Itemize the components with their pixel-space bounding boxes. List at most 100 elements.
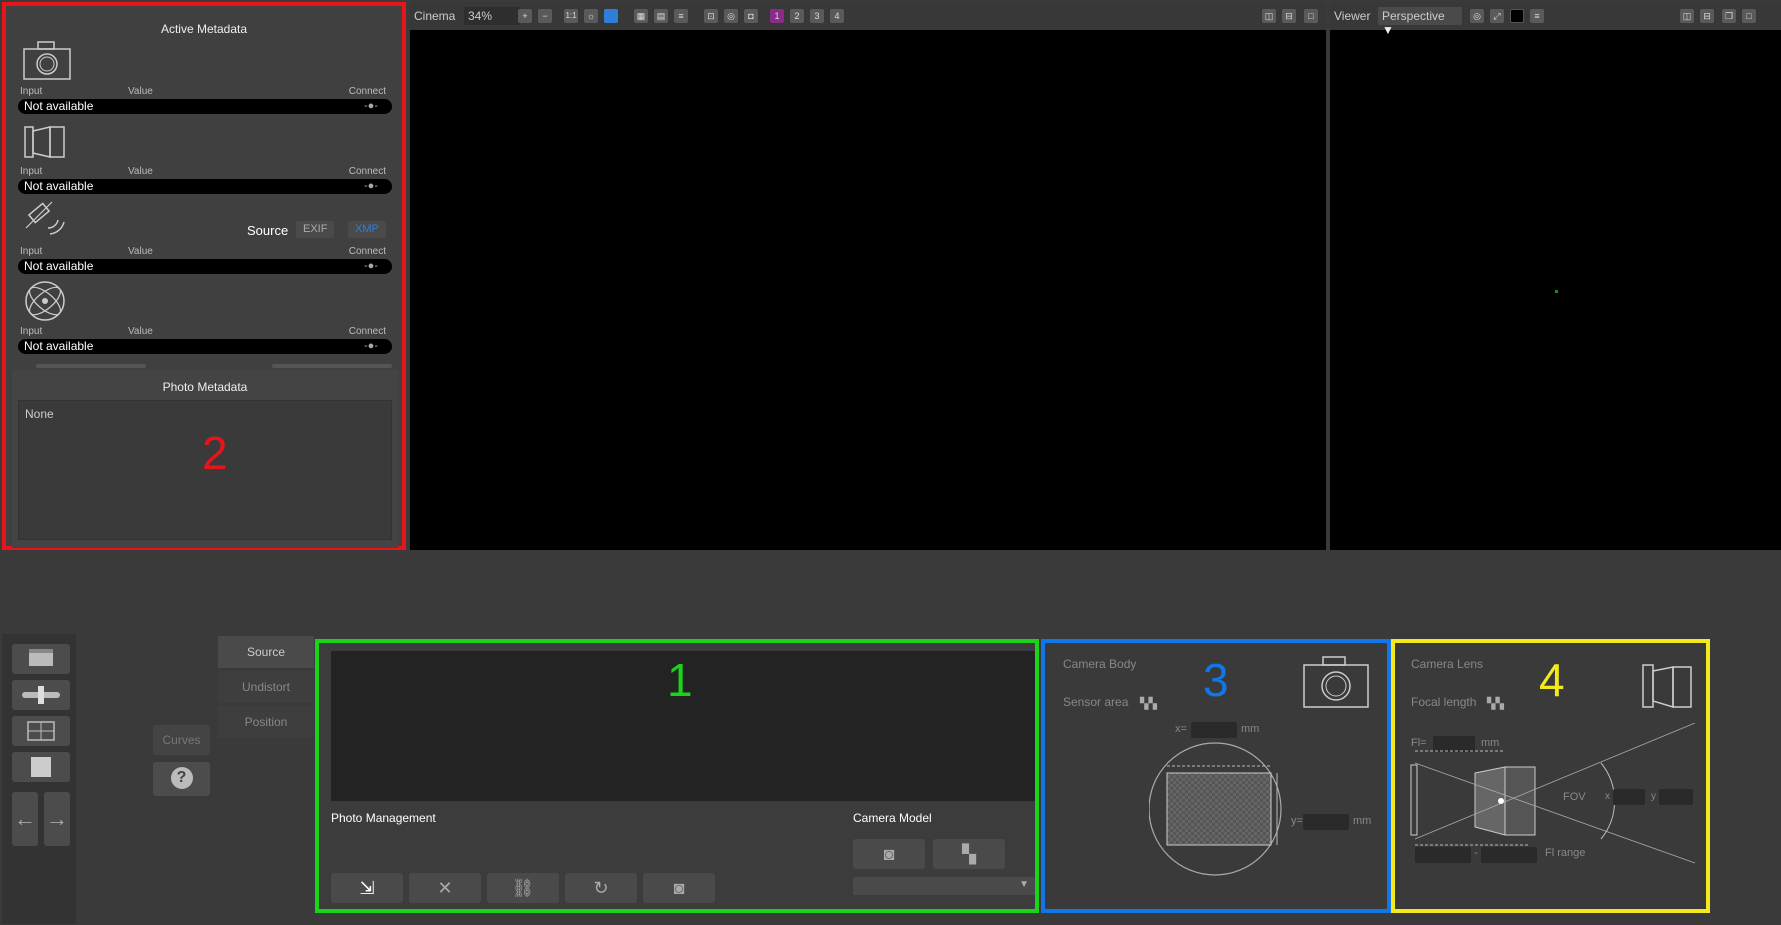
connect-icon[interactable]: -●- bbox=[364, 179, 378, 194]
fl-range-dash: - bbox=[1474, 847, 1478, 859]
page-4-button[interactable]: 4 bbox=[830, 9, 844, 23]
undo-icon[interactable]: ← bbox=[12, 792, 38, 846]
camera-body-panel: Camera Body Sensor area ▚▚ 3 x= mm y= mm bbox=[1041, 639, 1391, 913]
maximize-icon[interactable]: □ bbox=[1742, 9, 1756, 23]
page-2-button[interactable]: 2 bbox=[790, 9, 804, 23]
camera-model-title: Camera Model bbox=[853, 811, 932, 825]
photo-management-title: Photo Management bbox=[331, 811, 436, 825]
curves-button[interactable]: Curves bbox=[153, 725, 210, 755]
color-icon[interactable] bbox=[604, 9, 618, 23]
tab-position[interactable]: Position bbox=[218, 706, 314, 738]
sensor-x-label: x= bbox=[1175, 723, 1187, 735]
project-tool-button[interactable] bbox=[12, 644, 70, 674]
connect-icon[interactable]: -●- bbox=[364, 259, 378, 274]
viewer-toolbar: Viewer Perspective ▼ ◎ ⤢ ≡ ◫ ⊟ ❐ □ bbox=[1330, 2, 1781, 37]
refresh-photo-button[interactable]: ↻ bbox=[565, 873, 637, 903]
lock-icon[interactable]: ◘ bbox=[744, 9, 758, 23]
tab-undistort[interactable]: Undistort bbox=[218, 671, 314, 703]
split-vertical-icon[interactable]: ◫ bbox=[1262, 9, 1276, 23]
fov-y-input[interactable] bbox=[1659, 789, 1693, 805]
page-3-button[interactable]: 3 bbox=[810, 9, 824, 23]
table-icon[interactable]: ▤ bbox=[654, 9, 668, 23]
gps-satellite-icon bbox=[25, 201, 65, 235]
photo-metadata-title: Photo Metadata bbox=[162, 380, 248, 394]
notes-tool-button[interactable] bbox=[12, 752, 70, 782]
camera-lens-icon bbox=[1642, 664, 1692, 709]
sensor-y-label: y= bbox=[1291, 815, 1303, 827]
zoom-out-icon[interactable]: − bbox=[538, 9, 552, 23]
eye-icon[interactable]: ◎ bbox=[724, 9, 738, 23]
camera-model-camera-button[interactable]: ◙ bbox=[853, 839, 925, 869]
gyroscope-icon bbox=[25, 281, 65, 321]
camera-model-pattern-button[interactable]: ▚ bbox=[933, 839, 1005, 869]
camera-lens-value[interactable]: Not available -●- bbox=[18, 179, 392, 194]
camera-body-icon bbox=[1303, 656, 1369, 708]
align-tool-button[interactable] bbox=[12, 680, 70, 710]
camera-icon: ◙ bbox=[883, 844, 895, 864]
fov-y-label: y bbox=[1651, 791, 1656, 802]
viewer-label: Viewer bbox=[1334, 9, 1371, 23]
photo-management-panel: 1 Photo Management Camera Model ⇲ ✕ ⛓ ↻ … bbox=[315, 639, 1039, 913]
fov-x-input[interactable] bbox=[1613, 789, 1645, 805]
list-icon[interactable]: ≡ bbox=[674, 9, 688, 23]
connect-icon[interactable]: -●- bbox=[364, 339, 378, 354]
sensor-y-input[interactable] bbox=[1303, 814, 1349, 830]
capture-photo-button[interactable]: ◙ bbox=[643, 873, 715, 903]
viewer-view[interactable]: Viewer Perspective ▼ ◎ ⤢ ≡ ◫ ⊟ ❐ □ bbox=[1330, 2, 1781, 550]
camera-model-dropdown[interactable]: ▼ bbox=[853, 877, 1035, 895]
gps-value[interactable]: Not available -●- bbox=[18, 259, 392, 274]
fl-range-min-input[interactable] bbox=[1415, 847, 1471, 863]
grid-icon[interactable]: ▦ bbox=[634, 9, 648, 23]
link-photo-button[interactable]: ⛓ bbox=[487, 873, 559, 903]
camera-lens-title: Camera Lens bbox=[1411, 657, 1484, 671]
orbit-icon[interactable]: ◎ bbox=[1470, 9, 1484, 23]
frame-icon[interactable]: ⊡ bbox=[704, 9, 718, 23]
sensor-preset-icon[interactable]: ▚▚ bbox=[1140, 697, 1157, 710]
source-xmp-button[interactable]: XMP bbox=[348, 221, 386, 238]
remove-photo-button[interactable]: ✕ bbox=[409, 873, 481, 903]
focal-preset-icon[interactable]: ▚▚ bbox=[1487, 697, 1504, 710]
redo-icon[interactable]: → bbox=[44, 792, 70, 846]
camera-icon: ◙ bbox=[673, 878, 685, 898]
active-metadata-panel: Active Metadata Input Value Connect Not … bbox=[2, 2, 406, 550]
close-icon: ✕ bbox=[437, 878, 453, 898]
restore-icon[interactable]: ❐ bbox=[1722, 9, 1736, 23]
maximize-icon[interactable]: □ bbox=[1304, 9, 1318, 23]
split-vertical-icon[interactable]: ◫ bbox=[1680, 9, 1694, 23]
photo-metadata-value: None bbox=[25, 407, 54, 421]
actual-size-button[interactable]: 1:1 bbox=[564, 9, 578, 23]
brightness-icon[interactable]: ☼ bbox=[584, 9, 598, 23]
cinema-view[interactable]: Cinema 34% + − 1:1 ☼ ▦ ▤ ≡ ⊡ ◎ ◘ 1 2 3 4… bbox=[410, 2, 1326, 550]
source-exif-button[interactable]: EXIF bbox=[296, 221, 335, 238]
cinema-label: Cinema bbox=[414, 9, 456, 23]
connect-icon[interactable]: -●- bbox=[364, 99, 378, 114]
annotation-4: 4 bbox=[1539, 654, 1565, 706]
page-1-button[interactable]: 1 bbox=[770, 9, 784, 23]
scrollbar-right[interactable] bbox=[272, 364, 392, 368]
pattern-icon: ▚ bbox=[962, 844, 976, 864]
sensor-area-label: Sensor area bbox=[1063, 695, 1129, 709]
fl-range-max-input[interactable] bbox=[1481, 847, 1537, 863]
perspective-dropdown[interactable]: Perspective ▼ bbox=[1378, 7, 1462, 37]
import-photo-button[interactable]: ⇲ bbox=[331, 873, 403, 903]
help-icon: ? bbox=[170, 767, 193, 789]
cinema-toolbar: Cinema 34% + − 1:1 ☼ ▦ ▤ ≡ ⊡ ◎ ◘ 1 2 3 4… bbox=[410, 2, 1326, 30]
background-color-swatch[interactable] bbox=[1510, 9, 1524, 23]
zoom-field[interactable]: 34% bbox=[464, 7, 520, 25]
fl-range-label: Fl range bbox=[1545, 847, 1586, 859]
viewer-origin-point bbox=[1555, 290, 1558, 293]
bottom-panel: ← → Curves ? Source Undistort Position 1… bbox=[0, 552, 1781, 925]
camera-body-value[interactable]: Not available -●- bbox=[18, 99, 392, 114]
camera-body-icon bbox=[23, 41, 71, 80]
scrollbar-left[interactable] bbox=[36, 364, 146, 368]
sensor-x-input[interactable] bbox=[1191, 722, 1237, 738]
split-horizontal-icon[interactable]: ⊟ bbox=[1282, 9, 1296, 23]
zoom-in-icon[interactable]: + bbox=[518, 9, 532, 23]
fit-icon[interactable]: ⤢ bbox=[1490, 9, 1504, 23]
help-button[interactable]: ? bbox=[153, 762, 210, 796]
menu-icon[interactable]: ≡ bbox=[1530, 9, 1544, 23]
tab-source[interactable]: Source bbox=[218, 636, 314, 668]
split-horizontal-icon[interactable]: ⊟ bbox=[1700, 9, 1714, 23]
grid-tool-button[interactable] bbox=[12, 716, 70, 746]
gyroscope-value[interactable]: Not available -●- bbox=[18, 339, 392, 354]
